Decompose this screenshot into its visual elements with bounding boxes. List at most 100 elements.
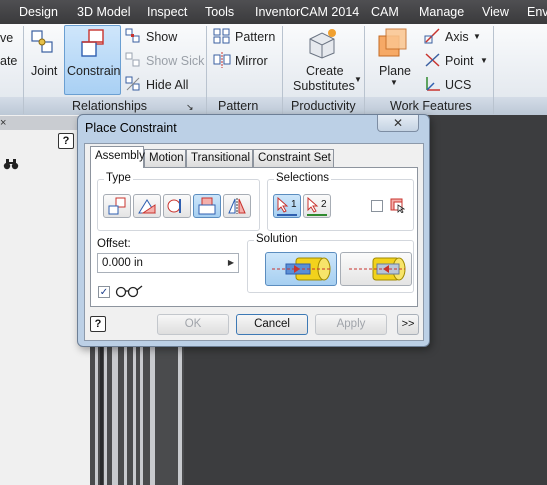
tab-constraint-set[interactable]: Constraint Set bbox=[253, 149, 334, 167]
tangent-button[interactable] bbox=[163, 194, 191, 218]
menu-3d-model[interactable]: 3D Model bbox=[77, 5, 131, 19]
constrain-label: Constrain bbox=[67, 64, 121, 78]
background-stripe bbox=[178, 340, 182, 485]
menu-inspect[interactable]: Inspect bbox=[147, 5, 187, 19]
joint-button[interactable]: Joint bbox=[31, 64, 57, 78]
angle-button[interactable] bbox=[133, 194, 161, 218]
panel-separator bbox=[282, 26, 283, 114]
selections-label: Selections bbox=[274, 172, 332, 184]
browser-help-button[interactable]: ? bbox=[58, 133, 74, 149]
point-icon bbox=[425, 53, 440, 67]
angle-icon bbox=[138, 199, 156, 214]
tab-assembly[interactable]: Assembly bbox=[90, 146, 145, 168]
ucs-button[interactable]: UCS bbox=[445, 78, 471, 92]
joint-icon[interactable] bbox=[30, 28, 58, 58]
selection-underline bbox=[307, 214, 327, 216]
selection-1-label: 1 bbox=[291, 199, 297, 210]
background-stripe bbox=[95, 340, 98, 485]
selection-underline bbox=[277, 214, 297, 216]
tab-transitional[interactable]: Transitional bbox=[186, 149, 253, 167]
menu-inventorcam[interactable]: InventorCAM 2014 bbox=[255, 5, 359, 19]
show-button[interactable]: Show bbox=[146, 30, 177, 44]
background-stripe bbox=[124, 340, 127, 485]
checkmark-icon: ✓ bbox=[99, 287, 109, 298]
menu-cam[interactable]: CAM bbox=[371, 5, 399, 19]
select-arrow-icon bbox=[307, 197, 319, 213]
create-substitutes-icon bbox=[309, 29, 336, 59]
apply-button[interactable]: Apply bbox=[315, 314, 387, 335]
background-stripe bbox=[150, 340, 155, 485]
background-stripe bbox=[100, 340, 103, 485]
symmetry-icon bbox=[228, 198, 246, 214]
panel-label-productivity[interactable]: Productivity bbox=[291, 99, 356, 113]
menu-view[interactable]: View bbox=[482, 5, 509, 19]
ribbon: ve ate Joint Constrain Show Show Sick Hi… bbox=[0, 24, 547, 115]
chevron-down-icon[interactable]: ▼ bbox=[390, 78, 398, 87]
mate-icon bbox=[108, 197, 126, 215]
menu-environments[interactable]: Envi bbox=[527, 5, 547, 19]
tangent-icon bbox=[167, 199, 181, 213]
offset-arrow-icon[interactable]: ▶ bbox=[224, 254, 238, 272]
insert-icon bbox=[198, 197, 216, 215]
hide-all-icon bbox=[125, 76, 140, 91]
opposed-solution-button[interactable] bbox=[265, 252, 337, 286]
solution-label: Solution bbox=[254, 233, 300, 245]
offset-input[interactable]: 0.000 in bbox=[97, 253, 239, 273]
show-sick-button[interactable]: Show Sick bbox=[146, 54, 204, 68]
aligned-solution-button[interactable] bbox=[340, 252, 412, 286]
create-substitutes-button[interactable]: Substitutes bbox=[293, 79, 355, 93]
plane-icon bbox=[378, 28, 407, 57]
cut-left-label-bottom[interactable]: ate bbox=[0, 54, 17, 68]
dialog-title: Place Constraint bbox=[85, 121, 177, 135]
find-binoculars-icon[interactable] bbox=[3, 158, 19, 170]
constrain-icon bbox=[81, 29, 104, 57]
graphics-window[interactable] bbox=[430, 115, 547, 485]
show-icon bbox=[125, 28, 140, 43]
pattern-button[interactable]: Pattern bbox=[235, 30, 275, 44]
opposed-solution-icon bbox=[272, 257, 331, 281]
menu-tools[interactable]: Tools bbox=[205, 5, 234, 19]
chevron-down-icon[interactable]: ▼ bbox=[473, 32, 481, 41]
close-button[interactable]: ✕ bbox=[377, 115, 419, 132]
cut-left-label-top[interactable]: ve bbox=[0, 31, 13, 45]
plane-button[interactable]: Plane bbox=[379, 64, 411, 78]
selection-2-label: 2 bbox=[321, 199, 327, 210]
tab-motion[interactable]: Motion bbox=[144, 149, 186, 167]
selection-1-button[interactable]: 1 bbox=[273, 194, 301, 218]
offset-label: Offset: bbox=[97, 238, 131, 250]
ok-button[interactable]: OK bbox=[157, 314, 229, 335]
mirror-icon bbox=[213, 52, 231, 68]
help-button[interactable]: ? bbox=[90, 316, 106, 332]
point-button[interactable]: Point bbox=[445, 54, 474, 68]
create-label[interactable]: Create bbox=[306, 64, 344, 78]
axis-icon bbox=[424, 28, 440, 44]
aligned-solution-icon bbox=[349, 257, 406, 281]
mirror-button[interactable]: Mirror bbox=[235, 54, 268, 68]
menu-design[interactable]: Design bbox=[19, 5, 58, 19]
panel-label-work-features[interactable]: Work Features bbox=[390, 99, 472, 113]
preview-glasses-icon bbox=[115, 285, 143, 298]
panel-separator bbox=[364, 26, 365, 114]
cancel-button[interactable]: Cancel bbox=[236, 314, 308, 335]
panel-label-relationships[interactable]: Relationships bbox=[72, 99, 147, 113]
chevron-down-icon[interactable]: ▼ bbox=[354, 75, 362, 84]
mate-button[interactable] bbox=[103, 194, 131, 218]
panel-separator bbox=[493, 26, 494, 114]
symmetry-button[interactable] bbox=[223, 194, 251, 218]
preview-checkbox[interactable]: ✓ bbox=[98, 286, 110, 298]
background-stripe bbox=[140, 340, 143, 485]
panel-separator bbox=[206, 26, 207, 114]
axis-button[interactable]: Axis bbox=[445, 30, 469, 44]
menu-manage[interactable]: Manage bbox=[419, 5, 464, 19]
insert-button[interactable] bbox=[193, 194, 221, 218]
pick-part-first-checkbox[interactable] bbox=[371, 200, 383, 212]
more-button[interactable]: >> bbox=[397, 314, 419, 335]
browser-close-icon[interactable]: × bbox=[0, 117, 6, 129]
panel-launcher-icon[interactable]: ↘ bbox=[186, 102, 194, 113]
background-stripe bbox=[104, 340, 107, 485]
hide-all-button[interactable]: Hide All bbox=[146, 78, 188, 92]
panel-label-pattern[interactable]: Pattern bbox=[218, 99, 258, 113]
place-constraint-dialog: Place Constraint ✕ Assembly Motion Trans… bbox=[77, 114, 430, 347]
selection-2-button[interactable]: 2 bbox=[303, 194, 331, 218]
chevron-down-icon[interactable]: ▼ bbox=[480, 56, 488, 65]
